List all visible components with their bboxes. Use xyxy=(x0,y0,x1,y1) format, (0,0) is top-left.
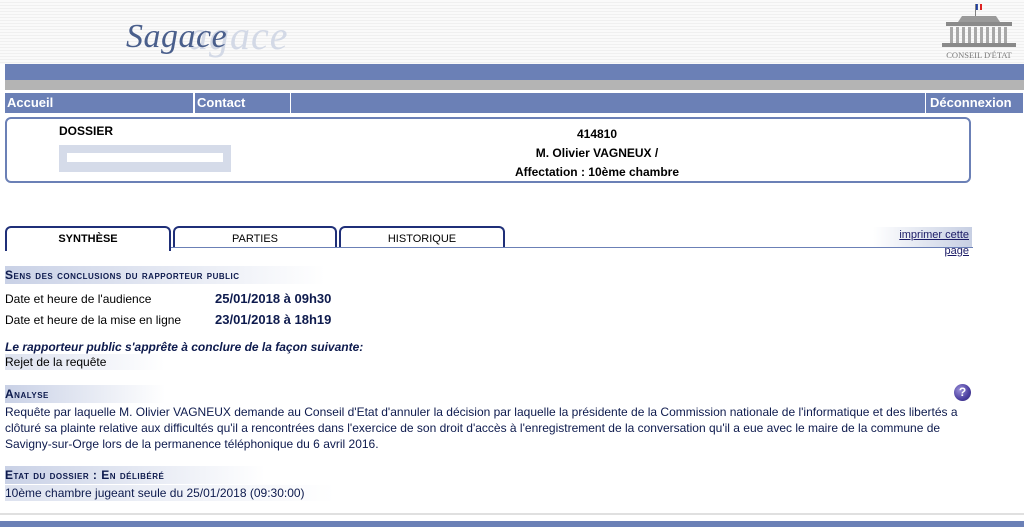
logo-title: Sagace xyxy=(126,18,228,55)
etat-heading-text: Etat du dossier : En délibéré xyxy=(5,468,165,482)
footer-bar xyxy=(0,521,1024,527)
tab-historique-label: Historique xyxy=(387,233,457,245)
nav-accueil[interactable]: Accueil xyxy=(5,93,194,113)
conseil-etat-logo: CONSEIL D'ÉTAT xyxy=(938,2,1020,62)
dossier-number: 414810 xyxy=(576,127,618,141)
audience-value: 25/01/2018 à 09h30 xyxy=(215,291,332,306)
help-icon[interactable]: ? xyxy=(954,384,971,401)
etat-text: 10ème chambre jugeant seule du 25/01/201… xyxy=(5,485,335,501)
audience-label: Date et heure de l'audience xyxy=(5,292,152,306)
nav-deconnexion[interactable]: Déconnexion xyxy=(925,93,1024,113)
tab-synthese[interactable]: Synthèse xyxy=(5,226,171,251)
section-etat-heading: Etat du dossier : En délibéré xyxy=(5,466,265,484)
main-nav: Accueil Contact Déconnexion xyxy=(5,93,1024,113)
header-gray-band xyxy=(5,80,1024,90)
footer-separator xyxy=(0,513,1024,515)
conclusions-heading-text: Sens des conclusions du rapporteur publi… xyxy=(5,268,240,282)
dossier-label: DOSSIER xyxy=(59,124,114,138)
dossier-info: 414810 M. Olivier VAGNEUX / Affectation … xyxy=(407,125,787,182)
site-header: agace Sagace CONSEIL D'ÉTAT xyxy=(0,0,1024,64)
conseil-etat-caption: CONSEIL D'ÉTAT xyxy=(946,50,1012,60)
tab-historique[interactable]: Historique xyxy=(339,226,505,248)
print-page-link[interactable]: imprimer cette page xyxy=(873,227,972,257)
online-value: 23/01/2018 à 18h19 xyxy=(215,312,332,327)
dossier-field xyxy=(59,145,231,172)
analyse-heading-text: Analyse xyxy=(5,387,49,401)
nav-contact[interactable]: Contact xyxy=(194,93,291,113)
tab-parties[interactable]: Parties xyxy=(173,226,337,248)
conclusions-intro: Le rapporteur public s'apprête à conclur… xyxy=(5,340,364,354)
header-band xyxy=(5,64,1024,80)
dossier-field-inner xyxy=(67,153,223,162)
sagace-logo[interactable]: agace Sagace xyxy=(126,8,366,58)
online-label: Date et heure de la mise en ligne xyxy=(5,313,182,327)
section-analyse-heading: Analyse xyxy=(5,385,165,403)
tab-parties-label: Parties xyxy=(231,233,279,245)
section-conclusions-heading: Sens des conclusions du rapporteur publi… xyxy=(5,266,325,284)
tab-underline xyxy=(171,247,973,248)
dossier-box: DOSSIER 414810 M. Olivier VAGNEUX / Affe… xyxy=(5,117,971,183)
tab-synthese-label: Synthèse xyxy=(58,233,118,245)
dossier-affectation: Affectation : 10ème chambre xyxy=(514,165,680,179)
dossier-name: M. Olivier VAGNEUX / xyxy=(535,146,659,160)
analyse-text: Requête par laquelle M. Olivier VAGNEUX … xyxy=(5,405,958,451)
building-icon xyxy=(942,3,1016,47)
conclusions-result: Rejet de la requête xyxy=(5,354,165,370)
